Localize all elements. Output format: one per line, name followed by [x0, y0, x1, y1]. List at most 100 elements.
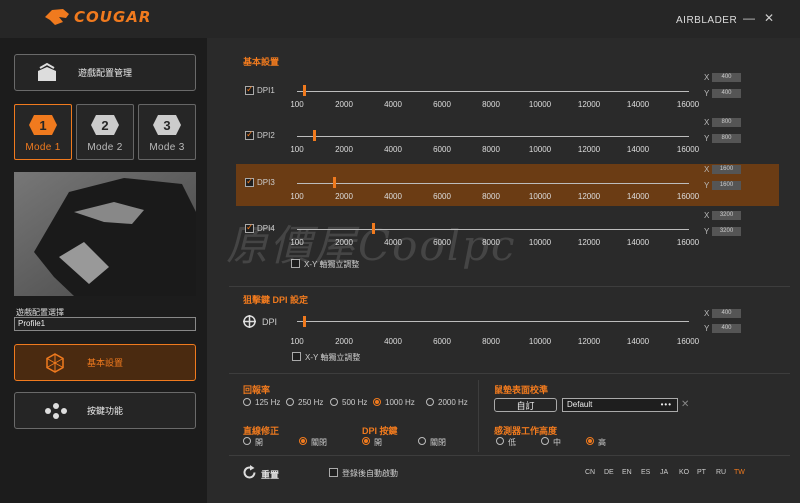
polling-2-radio[interactable]	[330, 398, 338, 406]
dpi4-x-value[interactable]: 3200	[712, 211, 741, 220]
surface-custom-button[interactable]: 自訂	[494, 398, 557, 412]
sniper-tick-label: 4000	[384, 337, 402, 346]
tick-label: 12000	[577, 238, 601, 247]
lod-2-radio[interactable]	[586, 437, 594, 445]
basic-settings-button[interactable]: 基本設置	[14, 344, 196, 381]
angle-snap-1-label: 關閉	[311, 438, 327, 447]
hexagon-settings-icon	[46, 353, 64, 373]
mode-3-button[interactable]: 3 Mode 3	[138, 104, 196, 160]
dpi3-slider-thumb[interactable]	[333, 177, 337, 188]
language-en[interactable]: EN	[622, 469, 632, 476]
autostart-checkbox[interactable]	[329, 468, 338, 477]
sniper-tick-label: 12000	[577, 337, 601, 346]
sniper-dpi-title: 狙擊鍵 DPI 設定	[243, 295, 309, 305]
close-button[interactable]: ✕	[764, 12, 774, 24]
language-ru[interactable]: RU	[716, 469, 726, 476]
language-de[interactable]: DE	[604, 469, 614, 476]
tick-label: 8000	[482, 145, 500, 154]
angle-snap-1-radio[interactable]	[299, 437, 307, 445]
sniper-dpi-slider-thumb[interactable]	[303, 316, 307, 327]
lod-1-radio[interactable]	[541, 437, 549, 445]
polling-0-label: 125 Hz	[255, 398, 281, 407]
mode-1-button[interactable]: 1 Mode 1	[14, 104, 72, 160]
dpi2-y-label: Y	[704, 134, 710, 143]
basic-settings-title: 基本設置	[243, 57, 280, 67]
autostart-label: 登錄後自動啟動	[342, 469, 398, 478]
dpi1-y-value[interactable]: 400	[712, 89, 741, 98]
dpi4-checkbox[interactable]	[245, 222, 254, 233]
cougar-logo: COUGAR	[44, 8, 151, 26]
dpi-button-1-radio[interactable]	[418, 437, 426, 445]
cougar-silhouette-icon	[14, 172, 196, 296]
tick-label: 16000	[676, 238, 700, 247]
language-tw[interactable]: TW	[734, 469, 745, 476]
tick-label: 6000	[433, 238, 451, 247]
xy-independent-checkbox[interactable]	[291, 259, 300, 268]
dpi1-slider-thumb[interactable]	[303, 85, 307, 96]
tick-label: 100	[290, 145, 304, 154]
dpi2-x-value[interactable]: 800	[712, 118, 741, 127]
dpi4-label: DPI4	[257, 224, 275, 233]
language-pt[interactable]: PT	[697, 469, 706, 476]
reset-label[interactable]: 重置	[261, 468, 279, 481]
dpi1-checkbox[interactable]	[245, 84, 254, 95]
sniper-y-value[interactable]: 400	[712, 324, 741, 333]
tick-label: 10000	[528, 238, 552, 247]
language-ja[interactable]: JA	[660, 469, 668, 476]
dpi-button-0-radio[interactable]	[362, 437, 370, 445]
polling-0-radio[interactable]	[243, 398, 251, 406]
dpi3-checkbox[interactable]	[245, 176, 254, 187]
dpi3-x-value[interactable]: 1600	[712, 165, 741, 174]
more-options-icon[interactable]: •••	[661, 399, 672, 411]
dpi3-y-value[interactable]: 1600	[712, 181, 741, 190]
sniper-x-label: X	[704, 309, 710, 318]
dpi3-y-label: Y	[704, 181, 710, 190]
profile-select-input[interactable]: Profile1	[14, 317, 196, 331]
tick-label: 14000	[626, 100, 650, 109]
lod-1-label: 中	[553, 438, 561, 447]
profile-stack-icon	[38, 62, 56, 81]
lod-0-radio[interactable]	[496, 437, 504, 445]
dpi1-x-value[interactable]: 400	[712, 73, 741, 82]
minimize-button[interactable]: —	[743, 12, 755, 24]
sniper-tick-label: 100	[290, 337, 304, 346]
sniper-xy-independent-checkbox[interactable]	[292, 352, 301, 361]
tick-label: 10000	[528, 192, 552, 201]
language-ko[interactable]: KO	[679, 469, 689, 476]
key-function-button[interactable]: 按鍵功能	[14, 392, 196, 429]
dpi2-slider-thumb[interactable]	[313, 130, 317, 141]
polling-1-radio[interactable]	[286, 398, 294, 406]
dpi3-label: DPI3	[257, 178, 275, 187]
dpi2-label: DPI2	[257, 131, 275, 140]
reset-icon[interactable]	[242, 465, 257, 480]
mode-2-button[interactable]: 2 Mode 2	[76, 104, 134, 160]
mode-1-label: Mode 1	[25, 142, 61, 153]
dpi4-y-value[interactable]: 3200	[712, 227, 741, 236]
sniper-xy-independent-label: X-Y 軸獨立調整	[305, 353, 361, 362]
dpi2-checkbox[interactable]	[245, 129, 254, 140]
polling-1-label: 250 Hz	[298, 398, 324, 407]
clear-icon[interactable]: ✕	[681, 399, 689, 410]
tick-label: 6000	[433, 145, 451, 154]
title-bar: COUGAR AIRBLADER — ✕	[0, 0, 800, 38]
language-es[interactable]: ES	[641, 469, 650, 476]
surface-select[interactable]: Default •••	[562, 398, 678, 412]
game-profile-manager-button[interactable]: 遊戲配置管理	[14, 54, 196, 91]
dpi4-slider-thumb[interactable]	[372, 223, 376, 234]
dpi2-y-value[interactable]: 800	[712, 134, 741, 143]
dpi1-y-label: Y	[704, 89, 710, 98]
tick-label: 8000	[482, 238, 500, 247]
language-cn[interactable]: CN	[585, 469, 595, 476]
polling-2-label: 500 Hz	[342, 398, 368, 407]
tick-label: 16000	[676, 145, 700, 154]
sniper-tick-label: 8000	[482, 337, 500, 346]
polling-4-radio[interactable]	[426, 398, 434, 406]
lift-off-distance-title: 感測器工作高度	[494, 426, 558, 436]
tick-label: 6000	[433, 192, 451, 201]
angle-snap-0-radio[interactable]	[243, 437, 251, 445]
tick-label: 4000	[384, 238, 402, 247]
tick-label: 100	[290, 238, 304, 247]
tick-label: 12000	[577, 192, 601, 201]
polling-3-radio[interactable]	[373, 398, 381, 406]
sniper-x-value[interactable]: 400	[712, 309, 741, 318]
